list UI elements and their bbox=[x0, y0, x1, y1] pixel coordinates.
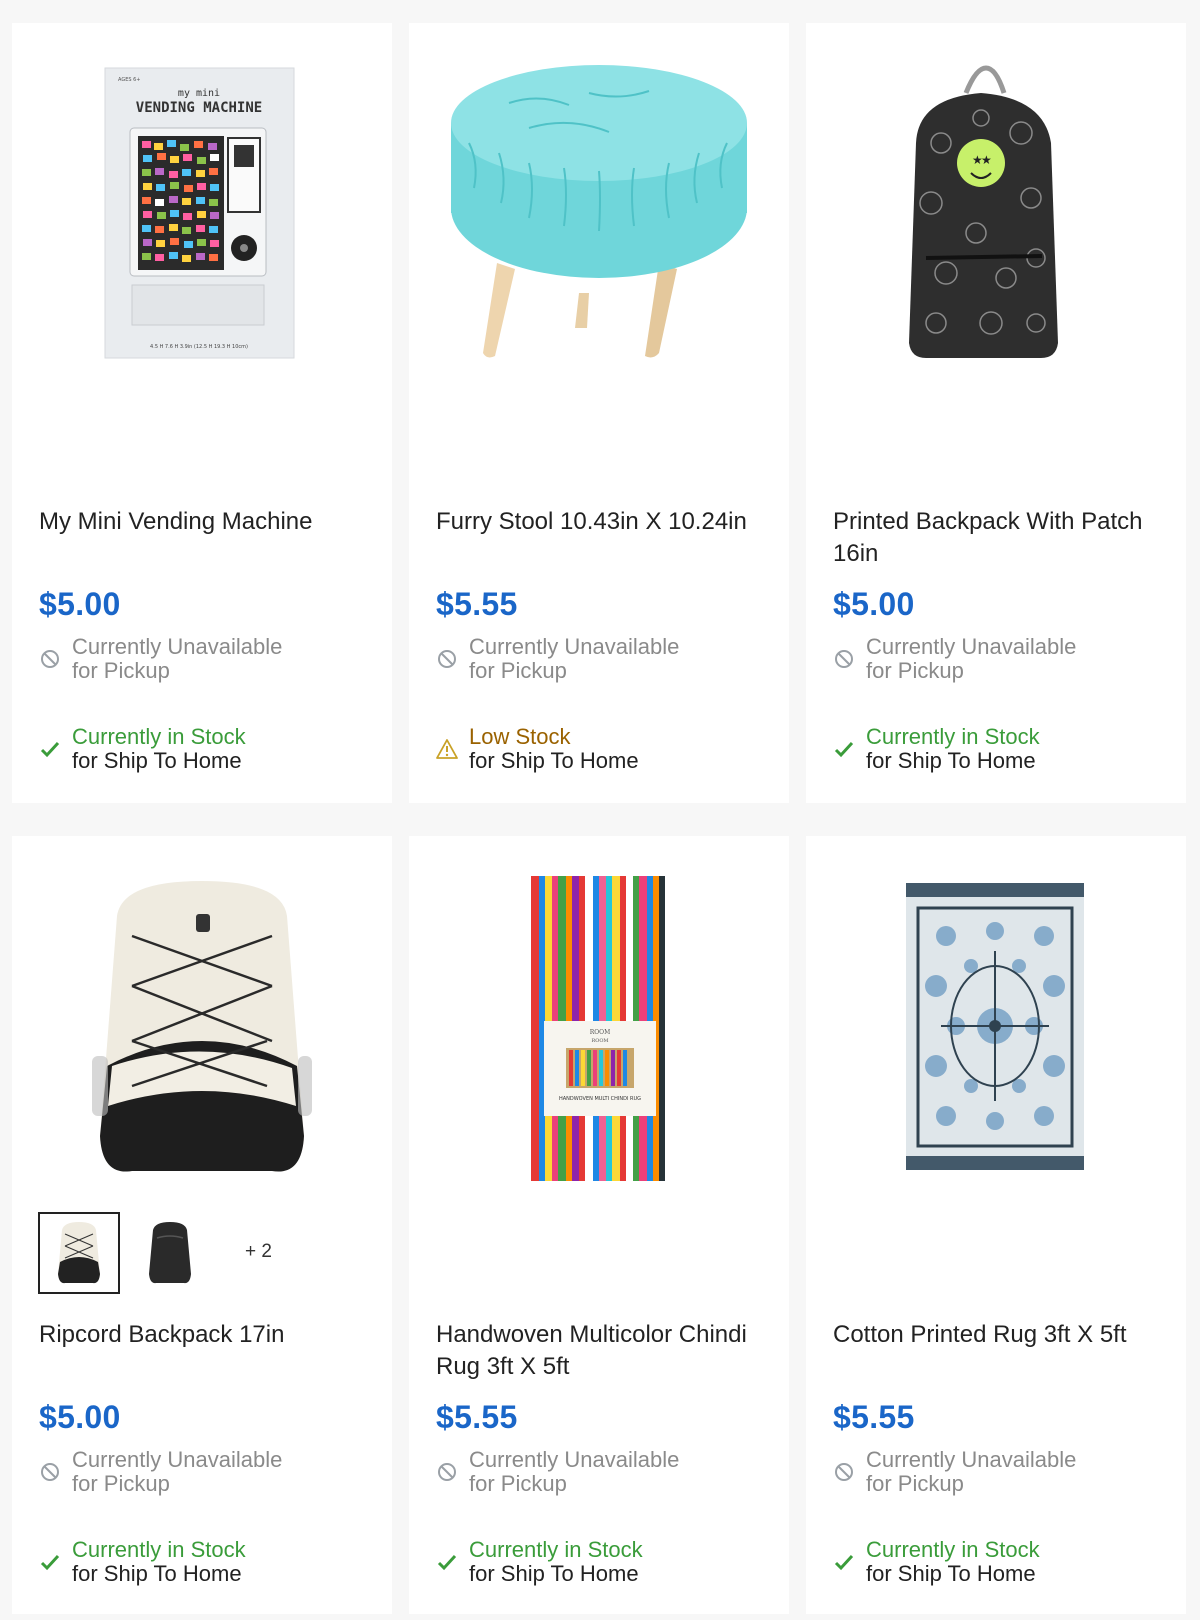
more-thumbnails-count[interactable]: + 2 bbox=[245, 1241, 272, 1263]
ship-status: Currently in Stock for Ship To Home bbox=[39, 725, 379, 773]
product-image[interactable]: AGES 6+ my mini VENDING MACHINE 4.5 H 7.… bbox=[12, 23, 392, 403]
product-card[interactable]: AGES 6+ my mini VENDING MACHINE 4.5 H 7.… bbox=[12, 23, 392, 803]
box-title-main: VENDING MACHINE bbox=[136, 100, 262, 116]
pickup-status-line1: Currently Unavailable bbox=[469, 1447, 680, 1472]
pickup-status-line1: Currently Unavailable bbox=[469, 634, 680, 659]
no-symbol-icon bbox=[835, 1463, 853, 1481]
product-price: $5.55 bbox=[436, 1399, 518, 1435]
product-title[interactable]: Handwoven Multicolor Chindi Rug 3ft X 5f… bbox=[436, 1319, 756, 1383]
ship-status-line1: Currently in Stock bbox=[469, 1537, 643, 1562]
product-title[interactable]: Printed Backpack With Patch 16in bbox=[833, 506, 1153, 570]
pickup-status: Currently Unavailable for Pickup bbox=[833, 1448, 1173, 1496]
rug-band-label: HANDWOVEN MULTI CHINDI RUG bbox=[559, 1096, 641, 1102]
checkmark-icon bbox=[40, 741, 60, 758]
rug-band-brand-sub: ROOM bbox=[591, 1038, 608, 1044]
box-size-text: 4.5 H 7.6 H 3.9in (12.5 H 19.3 H 10cm) bbox=[150, 344, 248, 350]
pickup-status-line2: for Pickup bbox=[469, 658, 567, 683]
product-image[interactable]: ★ ★ bbox=[806, 23, 1186, 403]
pickup-status-line2: for Pickup bbox=[469, 1471, 567, 1496]
ship-status-line2: for Ship To Home bbox=[72, 748, 242, 773]
product-price: $5.55 bbox=[436, 586, 518, 622]
thumbnail[interactable] bbox=[129, 1212, 211, 1294]
no-symbol-icon bbox=[438, 1463, 456, 1481]
pickup-status-line2: for Pickup bbox=[866, 1471, 964, 1496]
pickup-status: Currently Unavailable for Pickup bbox=[39, 1448, 379, 1496]
ship-status-line1: Currently in Stock bbox=[72, 1537, 246, 1562]
ship-status: Currently in Stock for Ship To Home bbox=[833, 1538, 1173, 1586]
product-card[interactable]: ROOM ROOM HANDWOVEN MULTI CHINDI RUG Han… bbox=[409, 836, 789, 1614]
product-title[interactable]: Cotton Printed Rug 3ft X 5ft bbox=[833, 1319, 1153, 1351]
product-price: $5.55 bbox=[833, 1399, 915, 1435]
product-image[interactable]: ROOM ROOM HANDWOVEN MULTI CHINDI RUG bbox=[409, 836, 789, 1216]
product-price: $5.00 bbox=[833, 586, 915, 622]
checkmark-icon bbox=[834, 741, 854, 758]
ship-status-line1: Currently in Stock bbox=[866, 1537, 1040, 1562]
product-grid: AGES 6+ my mini VENDING MACHINE 4.5 H 7.… bbox=[0, 0, 1200, 1620]
pickup-status: Currently Unavailable for Pickup bbox=[436, 635, 776, 683]
product-image[interactable] bbox=[409, 23, 789, 403]
product-card[interactable]: Cotton Printed Rug 3ft X 5ft $5.55 Curre… bbox=[806, 836, 1186, 1614]
product-title[interactable]: Ripcord Backpack 17in bbox=[39, 1319, 359, 1351]
pickup-status-line1: Currently Unavailable bbox=[72, 1447, 283, 1472]
ship-status: Currently in Stock for Ship To Home bbox=[833, 725, 1173, 773]
product-card[interactable]: + 2 Ripcord Backpack 17in $5.00 Currentl… bbox=[12, 836, 392, 1614]
product-card[interactable]: ★ ★ Printed Backpack With Patch 16in $5.… bbox=[806, 23, 1186, 803]
box-title-top: my mini bbox=[178, 88, 220, 99]
no-symbol-icon bbox=[41, 1463, 59, 1481]
no-symbol-icon bbox=[438, 650, 456, 668]
thumbnail-selected[interactable] bbox=[38, 1212, 120, 1294]
pickup-status-line1: Currently Unavailable bbox=[72, 634, 283, 659]
checkmark-icon bbox=[437, 1554, 457, 1571]
pickup-status: Currently Unavailable for Pickup bbox=[39, 635, 379, 683]
product-card[interactable]: Furry Stool 10.43in X 10.24in $5.55 Curr… bbox=[409, 23, 789, 803]
product-price: $5.00 bbox=[39, 1399, 121, 1435]
ship-status-line1: Currently in Stock bbox=[72, 724, 246, 749]
ship-status-line2: for Ship To Home bbox=[469, 748, 639, 773]
product-image[interactable] bbox=[806, 836, 1186, 1216]
ship-status-line2: for Ship To Home bbox=[469, 1561, 639, 1586]
star-icon: ★ bbox=[981, 153, 992, 167]
product-title[interactable]: Furry Stool 10.43in X 10.24in bbox=[436, 506, 756, 538]
pickup-status-line1: Currently Unavailable bbox=[866, 1447, 1077, 1472]
no-symbol-icon bbox=[835, 650, 853, 668]
rug-band-brand: ROOM bbox=[590, 1029, 611, 1036]
warning-triangle-icon bbox=[436, 739, 458, 759]
ship-status-line1: Currently in Stock bbox=[866, 724, 1040, 749]
box-age-text: AGES 6+ bbox=[118, 77, 141, 83]
ship-status-line2: for Ship To Home bbox=[866, 748, 1036, 773]
pickup-status: Currently Unavailable for Pickup bbox=[436, 1448, 776, 1496]
pickup-status-line1: Currently Unavailable bbox=[866, 634, 1077, 659]
ship-status-line2: for Ship To Home bbox=[866, 1561, 1036, 1586]
ship-status: Currently in Stock for Ship To Home bbox=[39, 1538, 379, 1586]
product-image[interactable] bbox=[12, 836, 392, 1216]
checkmark-icon bbox=[834, 1554, 854, 1571]
ship-status: Currently in Stock for Ship To Home bbox=[436, 1538, 776, 1586]
pickup-status-line2: for Pickup bbox=[72, 1471, 170, 1496]
checkmark-icon bbox=[40, 1554, 60, 1571]
pickup-status-line2: for Pickup bbox=[866, 658, 964, 683]
ship-status-line1: Low Stock bbox=[469, 724, 571, 749]
no-symbol-icon bbox=[41, 650, 59, 668]
ship-status-line2: for Ship To Home bbox=[72, 1561, 242, 1586]
pickup-status-line2: for Pickup bbox=[72, 658, 170, 683]
product-price: $5.00 bbox=[39, 586, 121, 622]
pickup-status: Currently Unavailable for Pickup bbox=[833, 635, 1173, 683]
ship-status: Low Stock for Ship To Home bbox=[436, 725, 776, 773]
product-title[interactable]: My Mini Vending Machine bbox=[39, 506, 359, 538]
